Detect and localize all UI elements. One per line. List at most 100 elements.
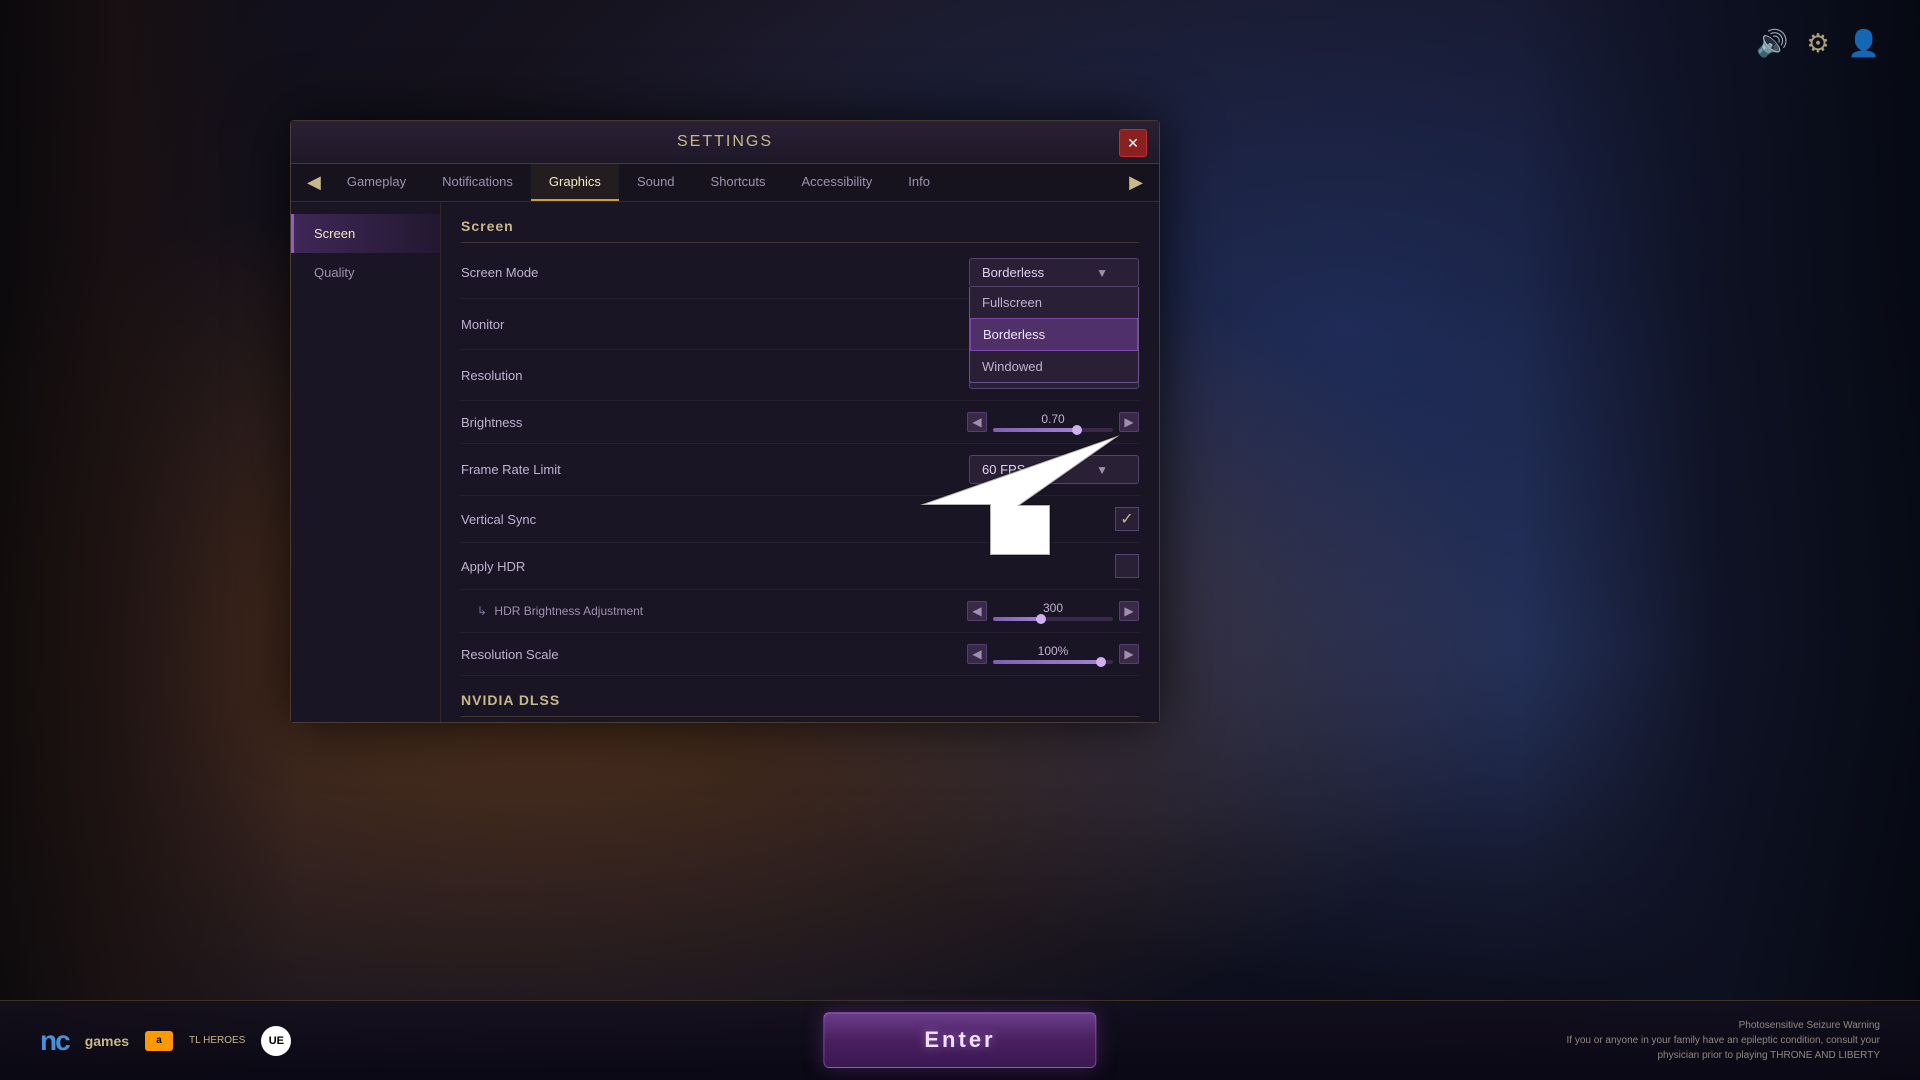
dlss-section-header: NVIDIA DLSS	[461, 692, 1139, 717]
amazon-icon: a	[145, 1031, 173, 1051]
frame-rate-dropdown[interactable]: 60 FPS ▼	[969, 455, 1139, 484]
monitor-label: Monitor	[461, 317, 504, 332]
screen-section-header: Screen	[461, 218, 1139, 243]
brightness-slider-thumb[interactable]	[1072, 425, 1082, 435]
brightness-increase-button[interactable]: ▶	[1119, 412, 1139, 432]
screen-mode-dropdown-menu: Fullscreen Borderless Windowed	[969, 287, 1139, 383]
screen-mode-row: Screen Mode Borderless ▼ Fullscreen Bord…	[461, 247, 1139, 299]
tab-sound[interactable]: Sound	[619, 164, 693, 201]
modal-title: Settings	[677, 133, 773, 151]
enter-button[interactable]: Enter	[823, 1012, 1096, 1068]
settings-icon[interactable]: ⚙	[1806, 28, 1829, 59]
nc-logo: nc	[40, 1025, 69, 1057]
tab-next-button[interactable]: ▶	[1121, 164, 1151, 201]
sidebar: Screen Quality	[291, 202, 441, 722]
apply-hdr-control	[969, 554, 1139, 578]
brightness-label: Brightness	[461, 415, 522, 430]
hdr-brightness-decrease-button[interactable]: ◀	[967, 601, 987, 621]
tab-gameplay[interactable]: Gameplay	[329, 164, 424, 201]
amazon-logo: a	[145, 1031, 173, 1051]
sidebar-item-screen[interactable]: Screen	[291, 214, 440, 253]
screen-mode-label: Screen Mode	[461, 265, 538, 280]
bg-left-pillar	[0, 0, 300, 1080]
tab-accessibility[interactable]: Accessibility	[783, 164, 890, 201]
tab-prev-button[interactable]: ◀	[299, 164, 329, 201]
tl-heroes-logo: TL HEROES	[189, 1035, 245, 1046]
vertical-sync-control: ✓	[969, 507, 1139, 531]
resolution-scale-control: ◀ 100% ▶	[967, 644, 1139, 664]
option-borderless[interactable]: Borderless	[970, 318, 1138, 351]
hdr-brightness-increase-button[interactable]: ▶	[1119, 601, 1139, 621]
brightness-control: ◀ 0.70 ▶	[967, 412, 1139, 432]
enter-button-wrap: Enter	[823, 1012, 1096, 1068]
bottom-logos: nc games a TL HEROES UE	[40, 1025, 291, 1057]
vertical-sync-row: Vertical Sync ✓	[461, 496, 1139, 543]
tabs-container: ◀ Gameplay Notifications Graphics Sound …	[291, 164, 1159, 202]
screen-mode-dropdown-arrow: ▼	[1096, 266, 1108, 280]
resolution-scale-slider-fill	[993, 660, 1101, 664]
seizure-warning-title: Photosensitive Seizure Warning	[1530, 1018, 1880, 1033]
frame-rate-control: 60 FPS ▼	[969, 455, 1139, 484]
vertical-sync-checkmark: ✓	[1120, 509, 1133, 529]
modal-header: Settings ✕	[291, 121, 1159, 164]
top-right-icons: 🔊 ⚙ 👤	[1756, 28, 1880, 59]
frame-rate-label: Frame Rate Limit	[461, 462, 561, 477]
resolution-scale-slider-wrap: 100%	[993, 644, 1113, 664]
brightness-row: Brightness ◀ 0.70 ▶	[461, 401, 1139, 444]
sound-icon[interactable]: 🔊	[1756, 28, 1788, 59]
resolution-scale-label: Resolution Scale	[461, 647, 559, 662]
apply-hdr-row: Apply HDR	[461, 543, 1139, 590]
modal-body: Screen Quality Screen Screen Mode Border…	[291, 202, 1159, 722]
dlss-section-divider: NVIDIA DLSS	[461, 692, 1139, 717]
hdr-brightness-slider-fill	[993, 617, 1041, 621]
resolution-scale-slider-track[interactable]	[993, 660, 1113, 664]
frame-rate-dropdown-arrow: ▼	[1096, 463, 1108, 477]
hdr-brightness-slider-track[interactable]	[993, 617, 1113, 621]
bottom-bar: nc games a TL HEROES UE Enter Photosensi…	[0, 1000, 1920, 1080]
sidebar-item-quality[interactable]: Quality	[291, 253, 440, 292]
option-fullscreen[interactable]: Fullscreen	[970, 287, 1138, 318]
brightness-decrease-button[interactable]: ◀	[967, 412, 987, 432]
hdr-brightness-value: 300	[1043, 601, 1063, 615]
brightness-slider-track[interactable]	[993, 428, 1113, 432]
settings-modal: Settings ✕ ◀ Gameplay Notifications Grap…	[290, 120, 1160, 723]
profile-icon[interactable]: 👤	[1848, 28, 1880, 59]
resolution-scale-slider-control: ◀ 100% ▶	[967, 644, 1139, 664]
frame-rate-value: 60 FPS	[982, 462, 1025, 477]
apply-hdr-label: Apply HDR	[461, 559, 525, 574]
hdr-brightness-slider-thumb[interactable]	[1036, 614, 1046, 624]
resolution-scale-decrease-button[interactable]: ◀	[967, 644, 987, 664]
tab-shortcuts[interactable]: Shortcuts	[693, 164, 784, 201]
resolution-scale-row: Resolution Scale ◀ 100% ▶	[461, 633, 1139, 676]
seizure-warning-body: If you or anyone in your family have an …	[1530, 1033, 1880, 1063]
tab-graphics[interactable]: Graphics	[531, 164, 619, 201]
frame-rate-row: Frame Rate Limit 60 FPS ▼	[461, 444, 1139, 496]
resolution-scale-slider-thumb[interactable]	[1096, 657, 1106, 667]
screen-mode-dropdown-container: Borderless ▼ Fullscreen Borderless Windo…	[969, 258, 1139, 287]
unreal-logo: UE	[261, 1026, 291, 1056]
screen-mode-value: Borderless	[982, 265, 1044, 280]
resolution-label: Resolution	[461, 368, 522, 383]
hdr-arrow-prefix: ↳	[477, 604, 487, 618]
hdr-brightness-control: ◀ 300 ▶	[967, 601, 1139, 621]
games-logo: games	[85, 1033, 129, 1049]
option-windowed[interactable]: Windowed	[970, 351, 1138, 382]
screen-mode-control: Borderless ▼ Fullscreen Borderless Windo…	[969, 258, 1139, 287]
resolution-scale-increase-button[interactable]: ▶	[1119, 644, 1139, 664]
vertical-sync-label: Vertical Sync	[461, 512, 536, 527]
apply-hdr-checkbox[interactable]	[1115, 554, 1139, 578]
screen-mode-dropdown[interactable]: Borderless ▼	[969, 258, 1139, 287]
close-button[interactable]: ✕	[1119, 129, 1147, 157]
brightness-slider-fill	[993, 428, 1077, 432]
tab-notifications[interactable]: Notifications	[424, 164, 531, 201]
hdr-brightness-label: ↳ HDR Brightness Adjustment	[461, 604, 643, 618]
vertical-sync-checkbox[interactable]: ✓	[1115, 507, 1139, 531]
brightness-slider-control: ◀ 0.70 ▶	[967, 412, 1139, 432]
hdr-brightness-row: ↳ HDR Brightness Adjustment ◀ 300	[461, 590, 1139, 633]
brightness-slider-wrap: 0.70	[993, 412, 1113, 432]
settings-content: Screen Screen Mode Borderless ▼ Fullscre…	[441, 202, 1159, 722]
tab-info[interactable]: Info	[890, 164, 948, 201]
hdr-brightness-slider-wrap: 300	[993, 601, 1113, 621]
seizure-warning: Photosensitive Seizure Warning If you or…	[1530, 1018, 1880, 1063]
bg-right-pillar	[1520, 0, 1920, 1080]
